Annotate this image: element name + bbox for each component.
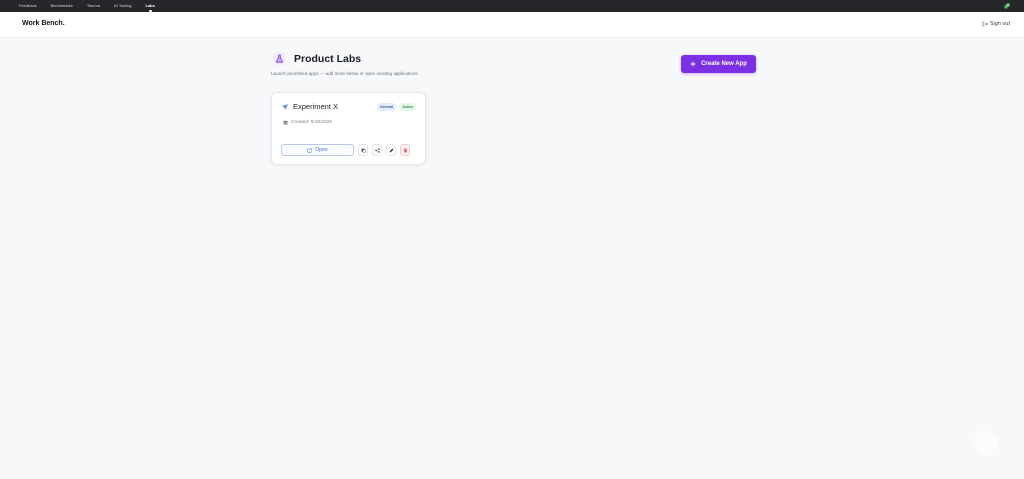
share-button[interactable] — [372, 144, 382, 156]
top-tab-bar: Feedback Benchmarks Tinerva AI Tooling L… — [0, 0, 1024, 12]
plus-icon — [690, 61, 696, 67]
app-card-created: Created: 5/19/2025 — [283, 120, 332, 125]
tab-ai-tooling[interactable]: AI Tooling — [114, 0, 132, 12]
calendar-icon — [283, 120, 288, 125]
delete-button[interactable] — [400, 144, 410, 156]
copy-button[interactable] — [358, 144, 368, 156]
app-card: Experiment X Internal Active Created: 5/… — [271, 92, 426, 165]
app-header: Work Bench. Sign out — [0, 12, 1024, 38]
trash-icon — [403, 148, 408, 153]
app-card-header: Experiment X — [281, 102, 338, 111]
tab-benchmarks[interactable]: Benchmarks — [51, 0, 73, 12]
status-badge-internal: Internal — [377, 103, 397, 111]
flask-icon — [273, 52, 286, 65]
open-label: Open — [315, 147, 328, 153]
extension-icon[interactable] — [1004, 3, 1010, 9]
app-card-badges: Internal Active — [377, 103, 416, 111]
sign-out-button[interactable]: Sign out — [982, 21, 1010, 27]
edit-icon — [389, 148, 394, 153]
sign-out-label: Sign out — [989, 21, 1010, 27]
page-title: Product Labs — [294, 52, 362, 65]
external-link-icon — [307, 147, 312, 153]
create-new-app-button[interactable]: Create New App — [681, 55, 756, 73]
tab-tinerva[interactable]: Tinerva — [87, 0, 100, 12]
create-new-app-label: Create New App — [701, 61, 747, 67]
app-card-title[interactable]: Experiment X — [293, 102, 338, 111]
brand-logo[interactable]: Work Bench. — [22, 20, 65, 27]
page-subtitle: Launch prioritised apps — add more below… — [271, 71, 419, 76]
edit-button[interactable] — [386, 144, 396, 156]
tab-feedback[interactable]: Feedback — [19, 0, 37, 12]
rocket-icon — [281, 103, 289, 111]
sign-out-icon — [982, 21, 988, 27]
created-date: Created: 5/19/2025 — [291, 120, 333, 125]
copy-icon — [361, 148, 366, 153]
share-icon — [374, 147, 380, 153]
page-heading: Product Labs — [273, 52, 361, 65]
open-app-button[interactable]: Open — [281, 144, 354, 156]
tab-labs[interactable]: Labs — [146, 0, 155, 12]
floating-help-widget[interactable] — [969, 427, 1001, 459]
status-badge-active: Active — [399, 103, 416, 111]
app-card-actions: Open — [281, 144, 410, 156]
